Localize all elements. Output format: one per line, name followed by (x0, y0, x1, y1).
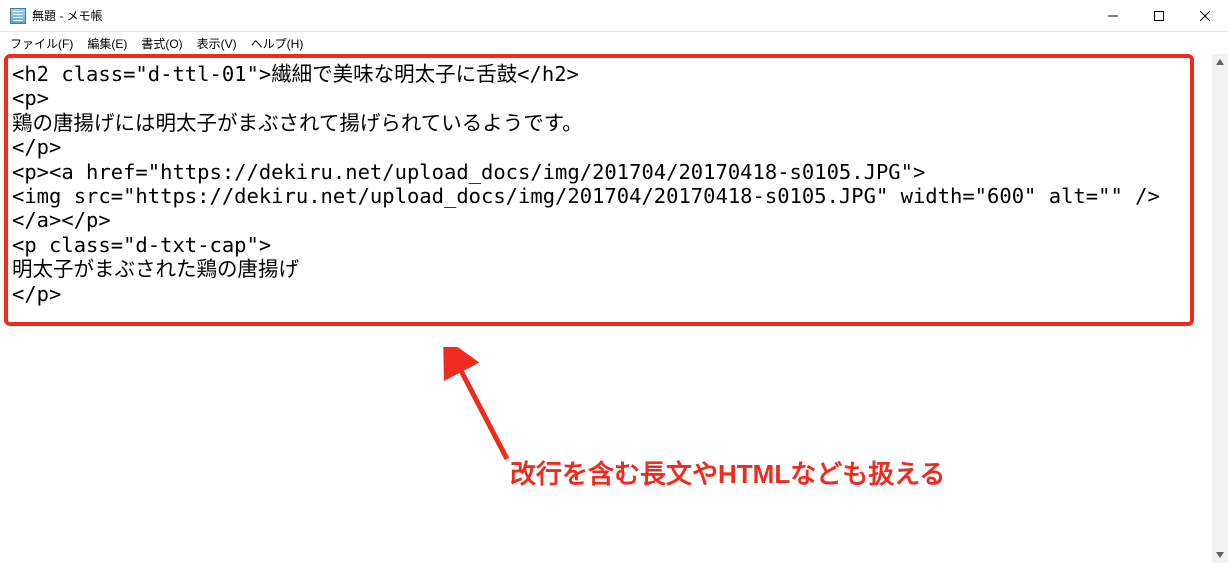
scroll-up-icon[interactable] (1212, 54, 1228, 70)
window-titlebar: 無題 - メモ帳 (0, 0, 1228, 32)
highlighted-content: <h2 class="d-ttl-01">繊細で美味な明太子に舌鼓</h2> <… (4, 54, 1194, 326)
minimize-button[interactable] (1090, 0, 1136, 32)
annotation-text: 改行を含む長文やHTMLなども扱える (510, 454, 945, 491)
window-title: 無題 - メモ帳 (32, 7, 1090, 24)
window-controls (1090, 0, 1228, 31)
maximize-button[interactable] (1136, 0, 1182, 32)
menu-file[interactable]: ファイル(F) (4, 33, 79, 54)
close-button[interactable] (1182, 0, 1228, 32)
scroll-down-icon[interactable] (1212, 547, 1228, 563)
vertical-scrollbar[interactable] (1212, 54, 1228, 563)
menu-format[interactable]: 書式(O) (135, 33, 188, 54)
annotation-arrow-icon (435, 347, 515, 467)
menu-view[interactable]: 表示(V) (191, 33, 243, 54)
editor-area[interactable]: <h2 class="d-ttl-01">繊細で美味な明太子に舌鼓</h2> <… (0, 54, 1212, 563)
menu-edit[interactable]: 編集(E) (81, 33, 133, 54)
menu-help[interactable]: ヘルプ(H) (245, 33, 310, 54)
menubar: ファイル(F) 編集(E) 書式(O) 表示(V) ヘルプ(H) (0, 32, 1228, 54)
notepad-icon (10, 8, 26, 24)
